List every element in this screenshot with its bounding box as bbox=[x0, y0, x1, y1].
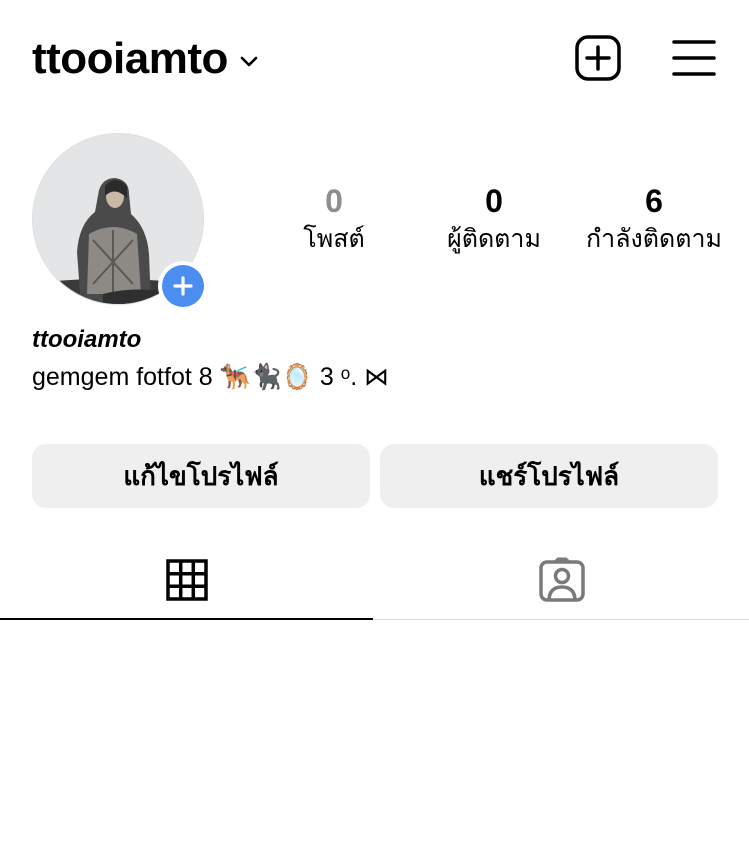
share-profile-button[interactable]: แชร์โปรไฟล์ bbox=[380, 444, 718, 508]
followers-label: ผู้ติดตาม bbox=[447, 225, 541, 253]
account-switcher[interactable]: ttooiamto bbox=[32, 34, 260, 84]
hamburger-menu-icon[interactable] bbox=[670, 34, 718, 82]
edit-profile-button[interactable]: แก้ไขโปรไฟล์ bbox=[32, 444, 370, 508]
following-label: กำลังติดตาม bbox=[586, 225, 722, 253]
stat-posts[interactable]: 0 โพสต์ bbox=[284, 183, 384, 257]
username[interactable]: ttooiamto bbox=[32, 34, 228, 84]
avatar-container bbox=[32, 133, 208, 311]
profile-tabs bbox=[0, 540, 749, 622]
plus-square-icon[interactable] bbox=[574, 34, 622, 82]
menu-button[interactable] bbox=[670, 34, 718, 82]
bio-text: gemgem fotfot 8 🐕‍🦺🐈‍⬛🪞 3 ᵒ. ⋈ bbox=[32, 363, 390, 391]
grid-icon bbox=[166, 559, 208, 601]
plus-icon bbox=[173, 276, 193, 296]
new-post-button[interactable] bbox=[574, 34, 622, 82]
profile-header: ttooiamto bbox=[0, 0, 749, 120]
chevron-down-icon[interactable] bbox=[238, 50, 260, 72]
posts-label: โพสต์ bbox=[303, 225, 365, 253]
followers-count: 0 bbox=[485, 183, 503, 219]
add-story-button[interactable] bbox=[158, 261, 208, 311]
profile-name: ttooiamto bbox=[32, 326, 142, 353]
add-story-badge[interactable] bbox=[162, 265, 204, 307]
stat-followers[interactable]: 0 ผู้ติดตาม bbox=[430, 183, 558, 257]
tagged-person-icon bbox=[539, 557, 585, 602]
posts-count: 0 bbox=[325, 183, 343, 219]
stat-following[interactable]: 6 กำลังติดตาม bbox=[578, 183, 730, 257]
active-tab-indicator bbox=[0, 618, 373, 620]
tab-tagged[interactable] bbox=[375, 540, 749, 620]
tab-posts-grid[interactable] bbox=[0, 540, 374, 620]
following-count: 6 bbox=[645, 183, 663, 219]
